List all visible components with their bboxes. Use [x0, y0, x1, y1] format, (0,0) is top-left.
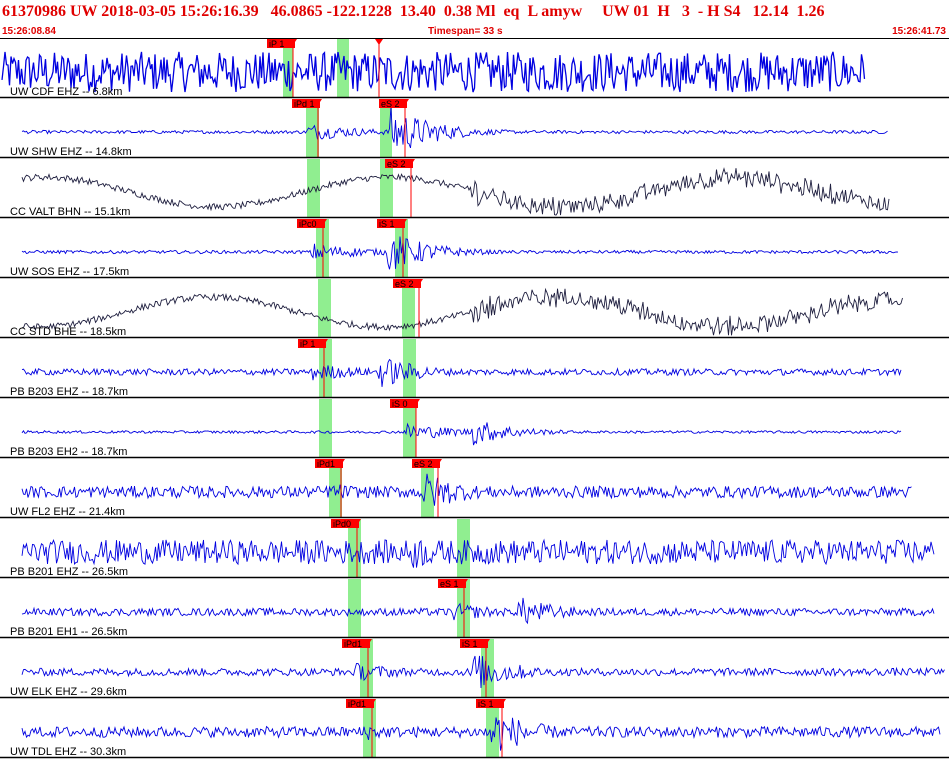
window-band — [319, 399, 332, 458]
pick-label: iPd1 — [344, 639, 362, 649]
phase-pick[interactable]: iP 1 — [298, 339, 328, 398]
window-band — [318, 279, 331, 338]
waveform — [21, 717, 941, 751]
waveform — [21, 473, 912, 506]
trace-row[interactable]: iP 1 UW CDF EHZ -- 6.8km — [0, 39, 949, 99]
trace-row[interactable]: eS 2 CC STD BHE -- 18.5km — [0, 279, 949, 339]
phase-pick[interactable]: iPd1 — [346, 699, 376, 758]
trace-row[interactable]: eS 2 CC VALT BHN -- 15.1km — [0, 159, 949, 219]
trace-row[interactable]: iPd1 eS 2 UW FL2 EHZ -- 21.4km — [0, 459, 949, 519]
pick-label: iPd1 — [317, 459, 335, 469]
station-label: UW SHW EHZ -- 14.8km — [10, 146, 132, 158]
phase-pick[interactable]: eS 1 — [438, 579, 468, 638]
window-band — [403, 339, 416, 398]
trace-row[interactable]: iPd 1 eS 2 UW SHW EHZ -- 14.8km — [0, 99, 949, 159]
end-time: 15:26:41.73 — [892, 26, 946, 37]
waveform — [21, 287, 903, 336]
pick-label: eS 2 — [381, 99, 400, 109]
pick-label: eS 2 — [414, 459, 433, 469]
trace-row[interactable]: iS 0 PB B203 EH2 -- 18.7km — [0, 399, 949, 459]
waveform — [21, 236, 899, 270]
waveform — [21, 597, 935, 625]
station-label: PB B203 EH2 -- 18.7km — [10, 446, 127, 458]
pick-label: iS 1 — [478, 699, 494, 709]
event-title: 61370986 UW 2018-03-05 15:26:16.39 46.08… — [2, 3, 825, 20]
pick-marker — [375, 39, 383, 45]
station-label: CC STD BHE -- 18.5km — [10, 326, 126, 338]
trace-row[interactable]: iPc0 iS 1 UW SOS EHZ -- 17.5km — [0, 219, 949, 279]
station-label: CC VALT BHN -- 15.1km — [10, 206, 130, 218]
trace-row[interactable]: eS 1 PB B201 EH1 -- 26.5km — [0, 579, 949, 639]
trace-row[interactable]: iP 1 PB B203 EHZ -- 18.7km — [0, 339, 949, 399]
pick-label: eS 2 — [387, 159, 406, 169]
trace-row[interactable]: iPd0 PB B201 EHZ -- 26.5km — [0, 519, 949, 579]
waveform — [21, 106, 888, 149]
pick-label: eS 2 — [395, 279, 414, 289]
station-label: PB B201 EHZ -- 26.5km — [10, 566, 128, 578]
pick-label: iS 1 — [462, 639, 478, 649]
timespan: Timespan= 33 s — [428, 26, 503, 37]
waveform — [1, 51, 866, 93]
start-time: 15:26:08.84 — [2, 26, 56, 37]
pick-label: iS 0 — [392, 399, 408, 409]
pick-label: iPd 1 — [294, 99, 315, 109]
waveform — [21, 422, 902, 446]
station-label: UW SOS EHZ -- 17.5km — [10, 266, 129, 278]
waveform — [21, 358, 902, 387]
trace-row[interactable]: iPd1 iS 1 UW TDL EHZ -- 30.3km — [0, 699, 949, 759]
pick-label: iPd1 — [348, 699, 366, 709]
station-label: UW ELK EHZ -- 29.6km — [10, 686, 127, 698]
pick-label: iPd0 — [333, 519, 351, 529]
window-band — [348, 579, 361, 638]
pick-label: iP 1 — [269, 39, 284, 49]
phase-pick[interactable]: iPd0 — [331, 519, 361, 578]
phase-pick[interactable]: iPd1 — [342, 639, 372, 698]
pick-label: iS 1 — [379, 219, 395, 229]
station-label: PB B201 EH1 -- 26.5km — [10, 626, 127, 638]
window-band — [337, 39, 349, 98]
waveform — [21, 538, 935, 568]
seismogram-panel[interactable]: iP 1 UW CDF EHZ -- 6.8km iPd 1 eS 2 UW SHW E… — [0, 38, 949, 760]
header: 61370986 UW 2018-03-05 15:26:16.39 46.08… — [0, 0, 949, 26]
phase-pick[interactable]: iPc0 — [297, 219, 327, 278]
phase-pick[interactable]: iS 1 — [460, 639, 490, 698]
waveform — [21, 167, 890, 216]
station-label: UW TDL EHZ -- 30.3km — [10, 746, 126, 758]
station-label: UW FL2 EHZ -- 21.4km — [10, 506, 125, 518]
station-label: PB B203 EHZ -- 18.7km — [10, 386, 128, 398]
pick-label: eS 1 — [440, 579, 459, 589]
trace-row[interactable]: iPd1 iS 1 UW ELK EHZ -- 29.6km — [0, 639, 949, 699]
station-label: UW CDF EHZ -- 6.8km — [10, 86, 122, 98]
pick-label: iP 1 — [300, 339, 315, 349]
pick-label: iPc0 — [299, 219, 317, 229]
